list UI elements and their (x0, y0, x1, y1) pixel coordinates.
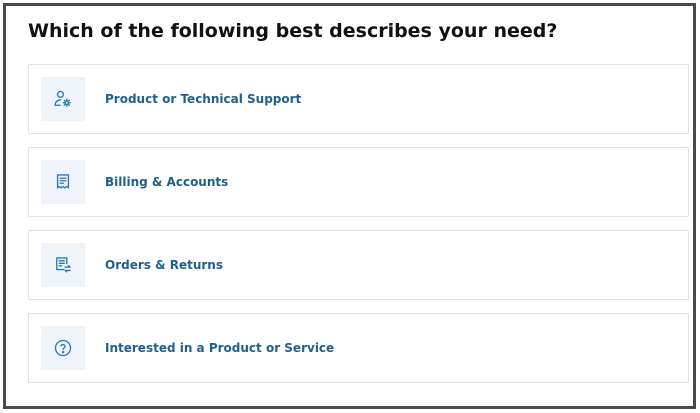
option-interested-product-service[interactable]: Interested in a Product or Service (28, 313, 689, 383)
options-list: Product or Technical Support Billing & A… (28, 64, 689, 396)
option-billing-accounts[interactable]: Billing & Accounts (28, 147, 689, 217)
document-return-icon (41, 243, 85, 287)
option-label: Orders & Returns (105, 258, 223, 272)
question-circle-icon (41, 326, 85, 370)
receipt-icon (41, 160, 85, 204)
option-label: Product or Technical Support (105, 92, 302, 106)
page-frame: Which of the following best describes yo… (3, 3, 696, 409)
option-orders-returns[interactable]: Orders & Returns (28, 230, 689, 300)
page-title: Which of the following best describes yo… (28, 20, 558, 42)
option-label: Billing & Accounts (105, 175, 229, 189)
option-product-technical-support[interactable]: Product or Technical Support (28, 64, 689, 134)
option-label: Interested in a Product or Service (105, 341, 335, 355)
user-gear-icon (41, 77, 85, 121)
